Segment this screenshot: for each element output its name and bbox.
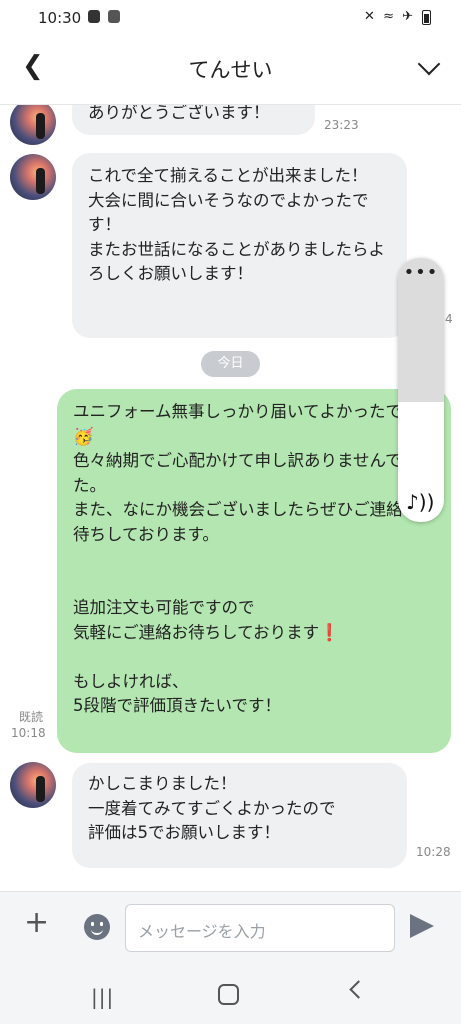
message-time: 23:23 <box>324 118 359 132</box>
system-nav-bar: ||| <box>0 963 461 1024</box>
add-button[interactable]: + <box>24 908 49 938</box>
message-composer: + メッセージを入力 <box>0 891 461 964</box>
message-bubble: かしこまりました！ 一度着てみてすごくよかったので 評価は5でお願いします！ <box>72 763 407 868</box>
message-time: 10:18 <box>11 726 46 740</box>
status-time: 10:30 <box>38 9 82 27</box>
signal-icons: ✕ ≈ ✈ <box>364 9 415 24</box>
app-notification-icon <box>108 10 120 23</box>
battery-icon <box>422 10 431 25</box>
message-time: 10:28 <box>416 845 451 859</box>
message-bubble-outgoing: ユニフォーム無事しっかり届いてよかったです🥳 色々納期でご心配かけて申し訳ありま… <box>57 389 451 753</box>
more-options-icon[interactable]: ••• <box>398 262 444 283</box>
avatar[interactable] <box>10 105 56 145</box>
day-divider: 今日 <box>201 351 260 377</box>
emoji-icon[interactable] <box>84 914 110 940</box>
message-time: 4 <box>445 312 453 326</box>
message-input[interactable]: メッセージを入力 <box>125 904 395 952</box>
read-receipt: 既読 <box>19 710 44 724</box>
app-notification-icon <box>88 10 100 23</box>
sound-icon[interactable]: ♪)) <box>406 490 434 514</box>
message-bubble: ありがとうございます！ <box>72 105 315 135</box>
recent-apps-button[interactable]: ||| <box>91 985 114 1009</box>
status-bar: 10:30 ✕ ≈ ✈ <box>0 0 461 36</box>
avatar[interactable] <box>10 762 56 808</box>
avatar[interactable] <box>10 154 56 200</box>
message-bubble: これで全て揃えることが出来ました！ 大会に間に合いそうなのでよかったです！ また… <box>72 153 407 338</box>
chat-header: ❮ てんせい <box>0 36 461 105</box>
floating-audio-panel[interactable]: ••• ♪)) <box>398 258 444 522</box>
send-icon[interactable] <box>410 914 434 938</box>
home-button[interactable] <box>218 984 239 1005</box>
message-list[interactable]: ありがとうございます！ 23:23 これで全て揃えることが出来ました！ 大会に間… <box>0 105 461 891</box>
chat-title: てんせい <box>188 58 273 82</box>
back-nav-button[interactable] <box>349 980 368 999</box>
